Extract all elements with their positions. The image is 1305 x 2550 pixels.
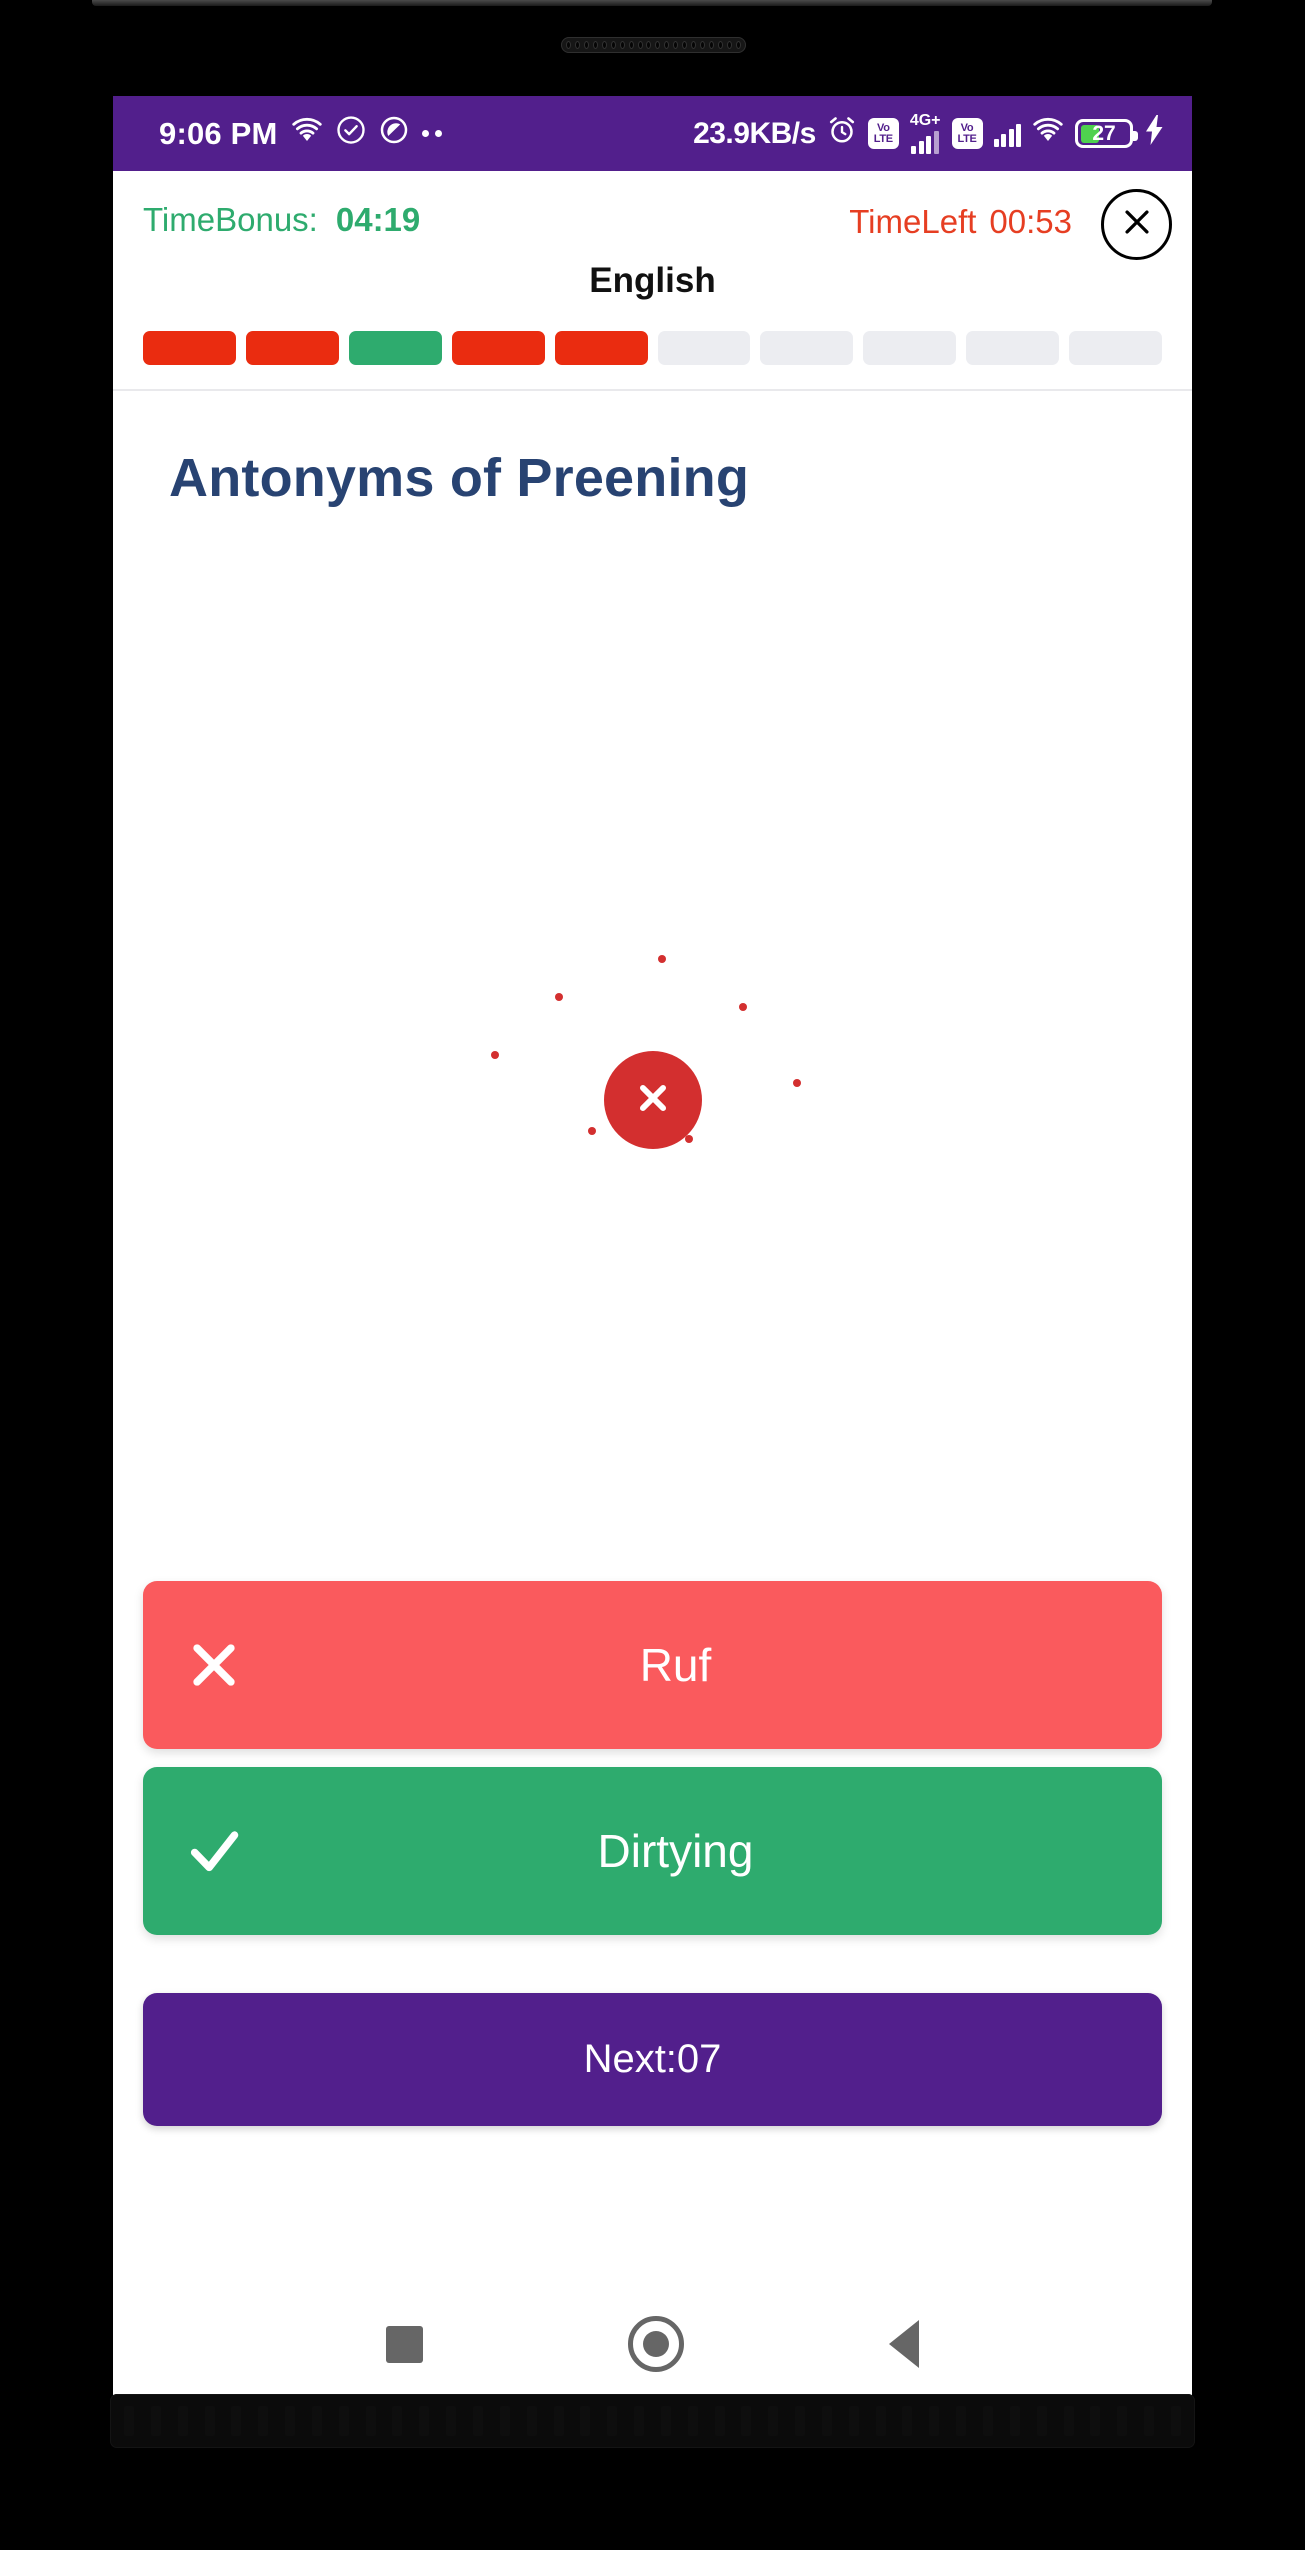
answer-option-wrong[interactable]: Ruf bbox=[143, 1581, 1162, 1749]
progress-segment-10 bbox=[1069, 331, 1163, 365]
phone-top-edge bbox=[92, 0, 1212, 6]
time-bonus-value: 04:19 bbox=[335, 201, 421, 238]
alarm-icon bbox=[827, 115, 857, 153]
answer-options: Ruf Dirtying bbox=[113, 1581, 1192, 1935]
quiz-header: TimeBonus: 04:19 TimeLeft 00:53 English bbox=[113, 171, 1192, 391]
earpiece-speaker-grille bbox=[561, 37, 746, 53]
status-clock: 9:06 PM bbox=[159, 115, 278, 151]
signal-icon-sim2 bbox=[993, 121, 1021, 147]
check-circle-icon bbox=[336, 115, 366, 153]
question-text: Antonyms of Preening bbox=[169, 448, 750, 508]
status-bar: 9:06 PM 23.9KB/s Vo LTE 4G+ Vo LTE 27 bbox=[113, 96, 1192, 171]
x-mark-icon bbox=[631, 1076, 675, 1125]
progress-segment-6 bbox=[657, 331, 751, 365]
time-left-label: TimeLeft bbox=[849, 203, 977, 240]
more-dots-icon bbox=[421, 130, 442, 137]
progress-segment-1 bbox=[143, 331, 236, 365]
phone-screen: 9:06 PM 23.9KB/s Vo LTE 4G+ Vo LTE 27 Ti… bbox=[113, 96, 1192, 2408]
volte-icon-sim2: Vo LTE bbox=[951, 118, 983, 149]
time-bonus-label: TimeBonus: bbox=[143, 201, 318, 238]
network-type-label: 4G+ bbox=[909, 112, 941, 129]
volte-icon: Vo LTE bbox=[867, 118, 899, 149]
close-button[interactable] bbox=[1101, 189, 1172, 260]
wifi-icon-2 bbox=[1032, 117, 1064, 151]
battery-icon: 27 bbox=[1075, 119, 1138, 148]
progress-bar bbox=[113, 301, 1192, 389]
android-nav-bar bbox=[113, 2280, 1192, 2408]
result-icon-circle bbox=[603, 1051, 702, 1149]
subject-title: English bbox=[589, 261, 716, 300]
home-circle-icon[interactable] bbox=[627, 2316, 684, 2372]
progress-segment-3 bbox=[348, 331, 442, 365]
result-feedback-burst bbox=[113, 951, 1192, 1251]
time-left-value: 00:53 bbox=[989, 203, 1072, 240]
timer-row: TimeBonus: 04:19 TimeLeft 00:53 bbox=[113, 171, 1192, 260]
do-not-disturb-icon bbox=[379, 115, 409, 153]
bottom-speaker-grille bbox=[110, 2394, 1195, 2448]
recents-square-icon[interactable] bbox=[385, 2325, 423, 2363]
answer-option-label: Ruf bbox=[639, 1639, 712, 1691]
progress-segment-4 bbox=[451, 331, 545, 365]
question-area: Antonyms of Preening bbox=[113, 391, 1192, 1581]
time-bonus: TimeBonus: 04:19 bbox=[143, 201, 420, 239]
back-triangle-icon[interactable] bbox=[889, 2320, 920, 2368]
next-button-label: Next:07 bbox=[583, 2037, 722, 2081]
progress-segment-2 bbox=[245, 331, 339, 365]
close-icon bbox=[1120, 205, 1154, 244]
check-mark-icon bbox=[185, 1822, 243, 1880]
answer-option-correct[interactable]: Dirtying bbox=[143, 1767, 1162, 1935]
progress-segment-7 bbox=[760, 331, 854, 365]
progress-segment-5 bbox=[554, 331, 648, 365]
next-button[interactable]: Next:07 bbox=[143, 1993, 1162, 2126]
signal-icon-sim1: 4G+ bbox=[910, 113, 941, 154]
battery-percent-label: 27 bbox=[1092, 121, 1116, 145]
network-speed-text: 23.9KB/s bbox=[693, 116, 816, 150]
answer-option-label: Dirtying bbox=[597, 1825, 754, 1877]
progress-segment-8 bbox=[863, 331, 957, 365]
x-mark-icon bbox=[185, 1636, 243, 1694]
time-left: TimeLeft 00:53 bbox=[849, 203, 1072, 241]
wifi-icon bbox=[291, 117, 323, 151]
charging-bolt-icon bbox=[1144, 114, 1166, 153]
phone-frame: 9:06 PM 23.9KB/s Vo LTE 4G+ Vo LTE 27 Ti… bbox=[0, 0, 1305, 2550]
progress-segment-9 bbox=[966, 331, 1060, 365]
